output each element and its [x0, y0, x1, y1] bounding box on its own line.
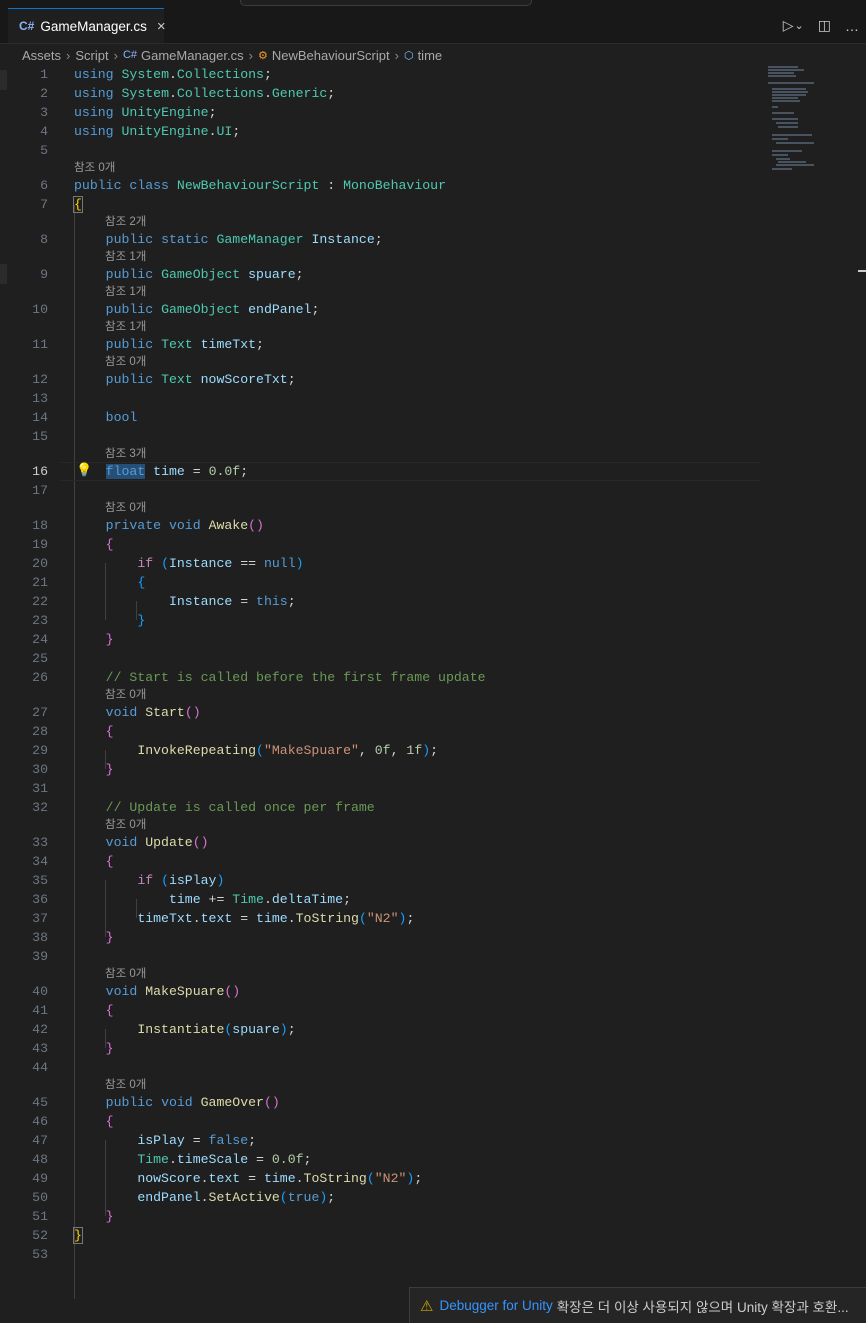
breadcrumb-file[interactable]: GameManager.cs — [141, 48, 244, 63]
chevron-right-icon: › — [66, 47, 71, 63]
csharp-file-icon: C# — [122, 49, 137, 61]
notification-message: 확장은 더 이상 사용되지 않으며 Unity 확장과 호환... — [556, 1299, 849, 1315]
tab-label: GameManager.cs — [40, 18, 147, 34]
command-center[interactable] — [240, 0, 532, 6]
code-line: 48 Time.timeScale = 0.0f; — [32, 1152, 312, 1167]
run-icon[interactable]: ▷ — [783, 17, 794, 34]
code-line: 6 public class NewBehaviourScript : MonoB… — [40, 178, 446, 193]
code-line: 30 } — [32, 762, 114, 777]
tab-bar: C# GameManager.cs × — [0, 8, 866, 44]
code-line: 28 { — [32, 724, 114, 739]
codelens-references[interactable]: 참조 0개 — [105, 354, 146, 371]
code-line: 25 — [32, 651, 48, 666]
code-line: 15 — [32, 429, 48, 444]
title-strip — [0, 0, 866, 8]
codelens-references[interactable]: 참조 1개 — [105, 284, 146, 301]
code-line: 1 using System.Collections; — [40, 67, 272, 82]
code-line: 36 time += Time.deltaTime; — [32, 892, 352, 907]
codelens-references[interactable]: 참조 2개 — [105, 214, 146, 231]
tab-gamemanager[interactable]: C# GameManager.cs × — [8, 8, 166, 43]
code-line: 13 — [32, 391, 48, 406]
codelens-references[interactable]: 참조 0개 — [105, 966, 146, 983]
field-icon: ⬡ — [403, 49, 414, 62]
more-actions-icon[interactable]: … — [845, 18, 859, 34]
code-line: 42 Instantiate(spuare); — [32, 1022, 296, 1037]
code-line: 22 Instance = this; — [32, 594, 296, 609]
notification-toast[interactable]: ⚠ Debugger for Unity 확장은 더 이상 사용되지 않으며 U… — [409, 1287, 866, 1323]
codelens-references[interactable]: 참조 1개 — [105, 249, 146, 266]
csharp-file-icon: C# — [19, 19, 35, 33]
code-line: 46 { — [32, 1114, 114, 1129]
code-line: 14 bool — [32, 410, 138, 425]
close-icon[interactable]: × — [157, 18, 166, 35]
code-line: 24 } — [32, 632, 114, 647]
chevron-right-icon: › — [248, 47, 253, 63]
code-line: 51 } — [32, 1209, 114, 1224]
code-line: 29 InvokeRepeating("MakeSpuare", 0f, 1f)… — [32, 743, 439, 758]
code-line: 52} — [32, 1227, 83, 1244]
code-line: 26 // Start is called before the first f… — [32, 670, 486, 685]
code-line: 31 — [32, 781, 48, 796]
code-line: 3 using UnityEngine; — [40, 105, 217, 120]
minimap[interactable] — [766, 64, 826, 174]
code-line: 32 // Update is called once per frame — [32, 800, 375, 815]
code-line: 34 { — [32, 854, 114, 869]
code-line: 18 private void Awake() — [32, 518, 264, 533]
code-line: 11 public Text timeTxt; — [32, 337, 264, 352]
code-line: 4 using UnityEngine.UI; — [40, 124, 241, 139]
code-line: 50 endPanel.SetActive(true); — [32, 1190, 336, 1205]
codelens-references[interactable]: 참조 0개 — [74, 160, 115, 177]
chevron-right-icon: › — [394, 47, 399, 63]
code-line: 33 void Update() — [32, 835, 209, 850]
editor-actions: ▷ ⌄ ◫ … — [776, 8, 866, 43]
codelens-references[interactable]: 참조 3개 — [105, 446, 146, 463]
breadcrumb-class[interactable]: NewBehaviourScript — [272, 48, 390, 63]
code-line: 37 timeTxt.text = time.ToString("N2"); — [32, 911, 415, 926]
breadcrumb: Assets › Script › C# GameManager.cs › ⚙ … — [22, 44, 442, 66]
code-line: 49 nowScore.text = time.ToString("N2"); — [32, 1171, 423, 1186]
codelens-references[interactable]: 참조 0개 — [105, 817, 146, 834]
codelens-references[interactable]: 참조 0개 — [105, 500, 146, 517]
code-line: 27 void Start() — [32, 705, 201, 720]
code-line: 43 } — [32, 1041, 114, 1056]
code-line: 39 — [32, 949, 48, 964]
codelens-references[interactable]: 참조 0개 — [105, 1077, 146, 1094]
breadcrumb-script[interactable]: Script — [75, 48, 108, 63]
codelens-references[interactable]: 참조 0개 — [105, 687, 146, 704]
code-line: 19 { — [32, 537, 114, 552]
code-line: 10 public GameObject endPanel; — [32, 302, 320, 317]
code-line: 8 public static GameManager Instance; — [40, 232, 383, 247]
code-line: 12 public Text nowScoreTxt; — [32, 372, 296, 387]
code-editor[interactable]: 참조 0개 참조 2개 참조 1개 참조 1개 참조 1개 참조 0개 참조 3… — [0, 64, 760, 1299]
code-line: 23 } — [32, 613, 146, 628]
code-line: 20 if (Instance == null) — [32, 556, 304, 571]
breadcrumb-field[interactable]: time — [418, 48, 443, 63]
code-line: 38 } — [32, 930, 114, 945]
code-line: 53 — [32, 1247, 48, 1262]
code-line: 44 — [32, 1060, 48, 1075]
split-editor-icon[interactable]: ◫ — [818, 17, 831, 34]
code-line: 7{ — [40, 196, 83, 213]
code-line: 47 isPlay = false; — [32, 1133, 257, 1148]
code-line: 21 { — [32, 575, 146, 590]
breadcrumb-assets[interactable]: Assets — [22, 48, 61, 63]
warning-icon: ⚠ — [420, 1297, 434, 1315]
code-line: 40 void MakeSpuare() — [32, 984, 241, 999]
code-line: 2 using System.Collections.Generic; — [40, 86, 336, 101]
chevron-down-icon[interactable]: ⌄ — [795, 19, 804, 32]
code-line: 45 public void GameOver() — [32, 1095, 280, 1110]
scrollbar-marker — [858, 270, 866, 272]
code-line: 9 public GameObject spuare; — [40, 267, 304, 282]
code-line: 16 float time = 0.0f; — [32, 464, 249, 479]
chevron-right-icon: › — [113, 47, 118, 63]
code-line: 17 — [32, 483, 48, 498]
codelens-references[interactable]: 참조 1개 — [105, 319, 146, 336]
class-icon: ⚙ — [257, 49, 268, 62]
extension-link[interactable]: Debugger for Unity — [439, 1298, 552, 1313]
code-line: 35 if (isPlay) — [32, 873, 225, 888]
code-line: 41 { — [32, 1003, 114, 1018]
code-line: 5 — [40, 143, 48, 158]
